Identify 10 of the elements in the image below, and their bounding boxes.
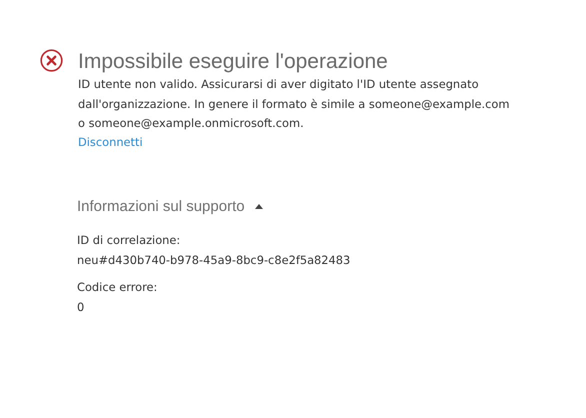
field-label: Codice errore: xyxy=(77,278,158,296)
error-message: ID utente non valido. Assicurarsi di aver digitato l'ID utente assegnato dall'organizzazione. In genere il formato è simile a someone@example.com o someone@example.onmicrosoft.com. xyxy=(78,76,510,132)
caret-icon xyxy=(254,204,263,208)
error-icon xyxy=(40,49,63,72)
field-value: neu#d430b740-b978-45a9-8bc9-c8e2f5a82483 xyxy=(77,252,350,268)
disconnect-link[interactable]: Disconnetti xyxy=(78,134,143,150)
field-label: ID di correlazione: xyxy=(77,232,180,248)
error-title: Impossibile eseguire l'operazione xyxy=(78,49,389,75)
support-toggle[interactable]: Informazioni sul supporto xyxy=(77,198,263,214)
field-value: 0 xyxy=(77,298,84,316)
